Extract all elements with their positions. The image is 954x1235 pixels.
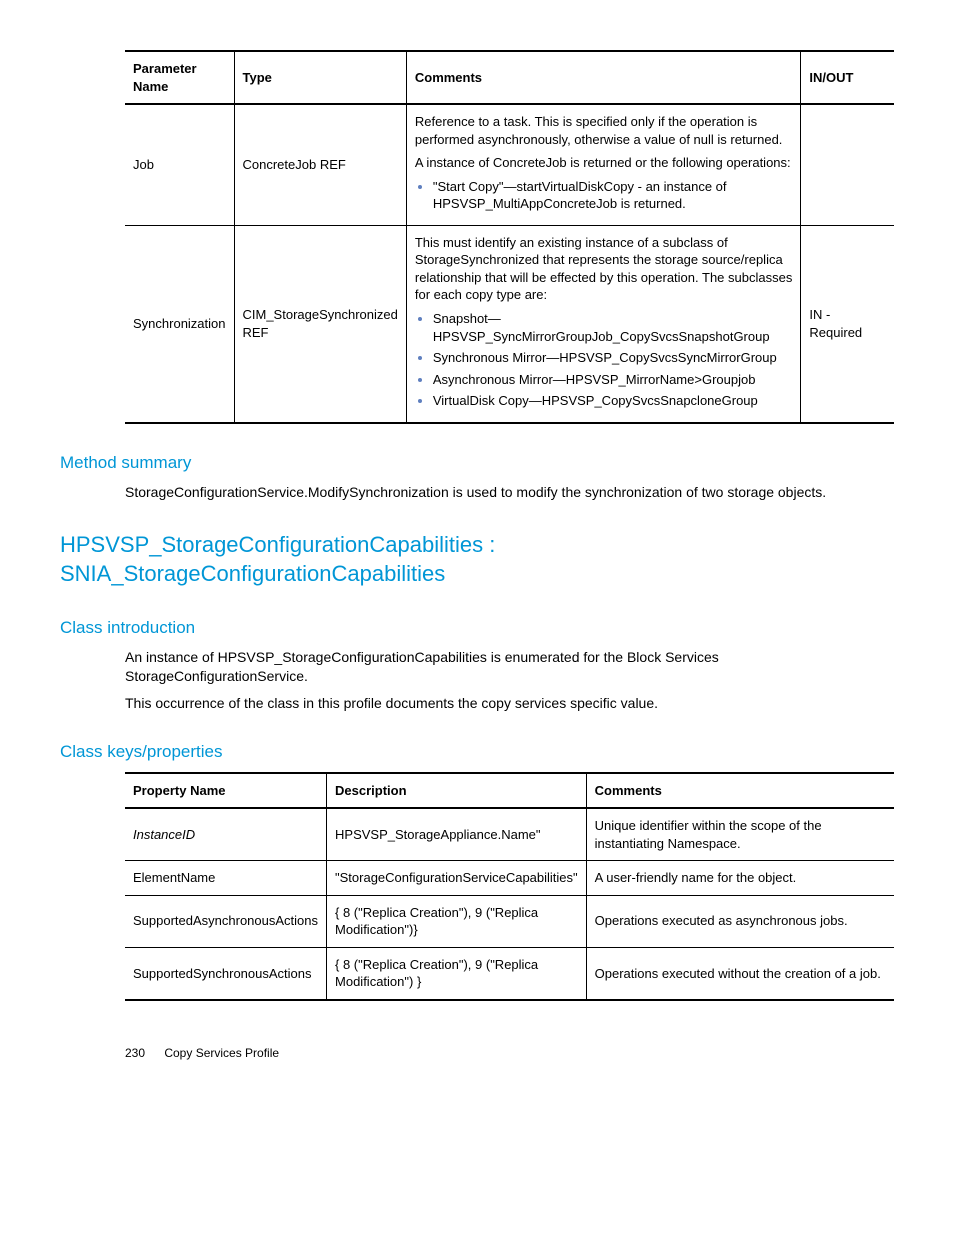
comments-list: Snapshot—HPSVSP_SyncMirrorGroupJob_CopyS… bbox=[415, 310, 793, 410]
table-header-row: Property Name Description Comments bbox=[125, 773, 894, 809]
cell-inout bbox=[801, 104, 894, 225]
cell-comments: Reference to a task. This is specified o… bbox=[406, 104, 801, 225]
cell-comments: This must identify an existing instance … bbox=[406, 225, 801, 422]
main-title: HPSVSP_StorageConfigurationCapabilities … bbox=[60, 530, 894, 589]
method-summary-text: StorageConfigurationService.ModifySynchr… bbox=[125, 483, 894, 502]
class-intro-heading: Class introduction bbox=[60, 617, 894, 640]
list-item: Asynchronous Mirror—HPSVSP_MirrorName>Gr… bbox=[433, 371, 793, 389]
cell-description: { 8 ("Replica Creation"), 9 ("Replica Mo… bbox=[327, 895, 587, 947]
page-footer: 230 Copy Services Profile bbox=[125, 1045, 894, 1061]
table-row: SupportedSynchronousActions { 8 ("Replic… bbox=[125, 947, 894, 1000]
footer-text: Copy Services Profile bbox=[164, 1046, 279, 1060]
property-table: Property Name Description Comments Insta… bbox=[125, 772, 894, 1001]
title-line-2: SNIA_StorageConfigurationCapabilities bbox=[60, 561, 445, 586]
cell-property-name: InstanceID bbox=[125, 808, 327, 861]
comments-list: "Start Copy"—startVirtualDiskCopy - an i… bbox=[415, 178, 793, 213]
table-row: Job ConcreteJob REF Reference to a task.… bbox=[125, 104, 894, 225]
list-item: "Start Copy"—startVirtualDiskCopy - an i… bbox=[433, 178, 793, 213]
th-param-name: Parameter Name bbox=[125, 51, 234, 104]
title-line-1: HPSVSP_StorageConfigurationCapabilities … bbox=[60, 532, 495, 557]
cell-type: ConcreteJob REF bbox=[234, 104, 406, 225]
method-summary-heading: Method summary bbox=[60, 452, 894, 475]
table-row: InstanceID HPSVSP_StorageAppliance.Name"… bbox=[125, 808, 894, 861]
th-comments: Comments bbox=[406, 51, 801, 104]
parameter-table: Parameter Name Type Comments IN/OUT Job … bbox=[125, 50, 894, 424]
cell-description: HPSVSP_StorageAppliance.Name" bbox=[327, 808, 587, 861]
cell-property-name: SupportedAsynchronousActions bbox=[125, 895, 327, 947]
cell-param-name: Job bbox=[125, 104, 234, 225]
cell-description: { 8 ("Replica Creation"), 9 ("Replica Mo… bbox=[327, 947, 587, 1000]
comments-text: Reference to a task. This is specified o… bbox=[415, 113, 793, 148]
cell-comments: A user-friendly name for the object. bbox=[586, 861, 894, 896]
list-item: Snapshot—HPSVSP_SyncMirrorGroupJob_CopyS… bbox=[433, 310, 793, 345]
class-intro-p2: This occurrence of the class in this pro… bbox=[125, 694, 894, 713]
th-description: Description bbox=[327, 773, 587, 809]
cell-type: CIM_StorageSynchronized REF bbox=[234, 225, 406, 422]
cell-description: "StorageConfigurationServiceCapabilities… bbox=[327, 861, 587, 896]
class-intro-p1: An instance of HPSVSP_StorageConfigurati… bbox=[125, 648, 894, 686]
comments-text: This must identify an existing instance … bbox=[415, 234, 793, 304]
th-property-name: Property Name bbox=[125, 773, 327, 809]
th-comments: Comments bbox=[586, 773, 894, 809]
comments-text: A instance of ConcreteJob is returned or… bbox=[415, 154, 793, 172]
th-type: Type bbox=[234, 51, 406, 104]
table-row: Synchronization CIM_StorageSynchronized … bbox=[125, 225, 894, 422]
cell-comments: Unique identifier within the scope of th… bbox=[586, 808, 894, 861]
list-item: VirtualDisk Copy—HPSVSP_CopySvcsSnapclon… bbox=[433, 392, 793, 410]
th-inout: IN/OUT bbox=[801, 51, 894, 104]
cell-comments: Operations executed without the creation… bbox=[586, 947, 894, 1000]
table-row: SupportedAsynchronousActions { 8 ("Repli… bbox=[125, 895, 894, 947]
cell-param-name: Synchronization bbox=[125, 225, 234, 422]
list-item: Synchronous Mirror—HPSVSP_CopySvcsSyncMi… bbox=[433, 349, 793, 367]
cell-property-name: SupportedSynchronousActions bbox=[125, 947, 327, 1000]
cell-comments: Operations executed as asynchronous jobs… bbox=[586, 895, 894, 947]
page-number: 230 bbox=[125, 1045, 161, 1061]
cell-inout: IN - Required bbox=[801, 225, 894, 422]
table-header-row: Parameter Name Type Comments IN/OUT bbox=[125, 51, 894, 104]
class-keys-heading: Class keys/properties bbox=[60, 741, 894, 764]
cell-property-name: ElementName bbox=[125, 861, 327, 896]
table-row: ElementName "StorageConfigurationService… bbox=[125, 861, 894, 896]
